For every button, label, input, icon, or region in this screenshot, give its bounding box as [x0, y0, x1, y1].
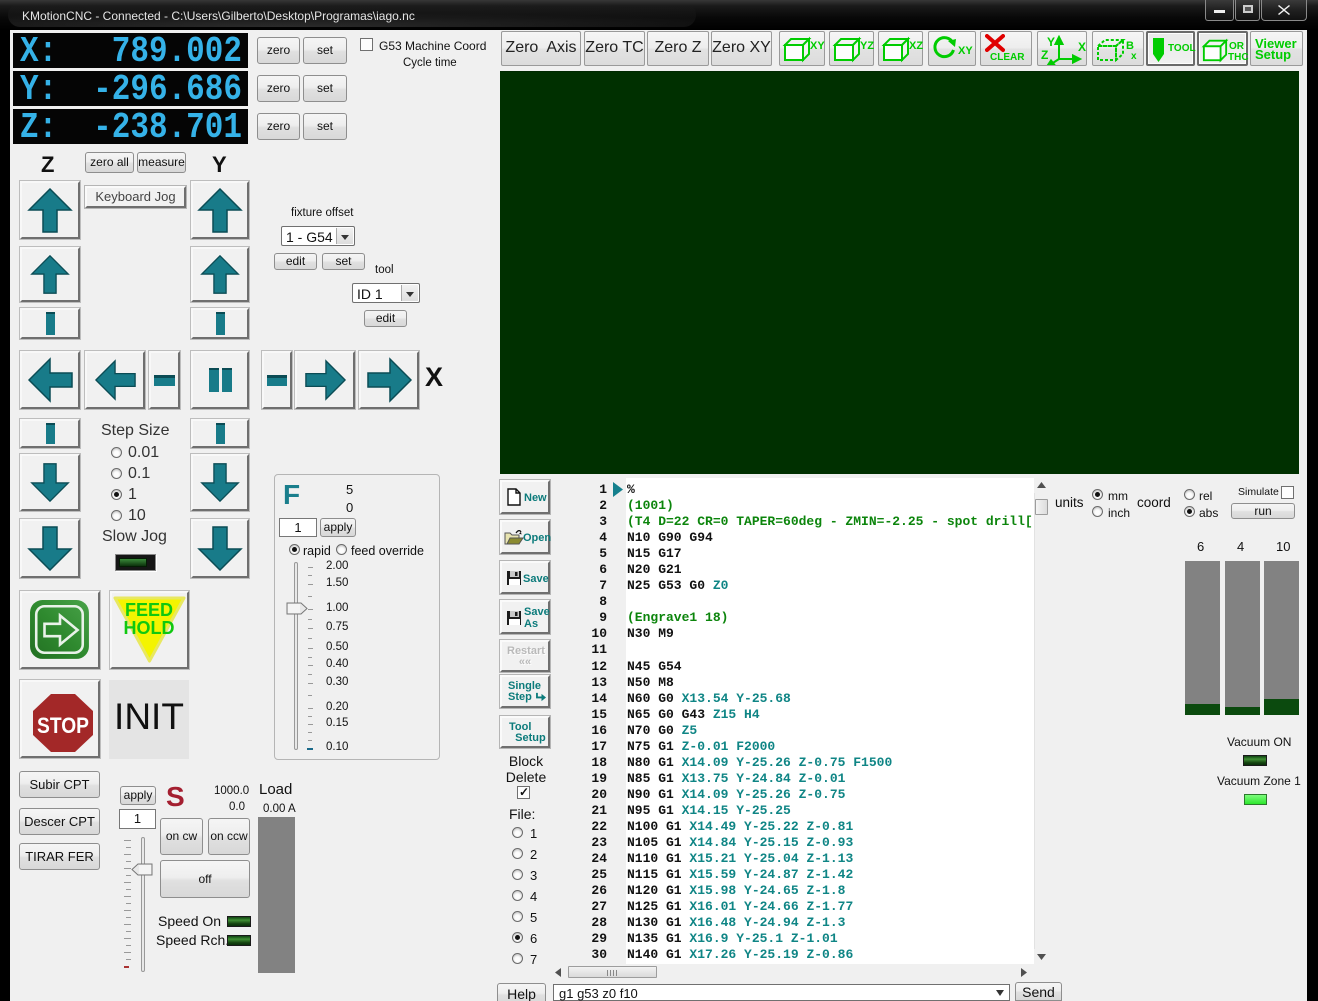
svg-text:Y: Y	[1047, 35, 1055, 49]
svg-text:Z: Z	[1041, 48, 1048, 62]
svg-text:X: X	[1078, 40, 1086, 54]
svg-text:HOLD: HOLD	[124, 618, 175, 638]
svg-text:FEED: FEED	[125, 600, 173, 620]
svg-text:STOP: STOP	[37, 713, 89, 738]
